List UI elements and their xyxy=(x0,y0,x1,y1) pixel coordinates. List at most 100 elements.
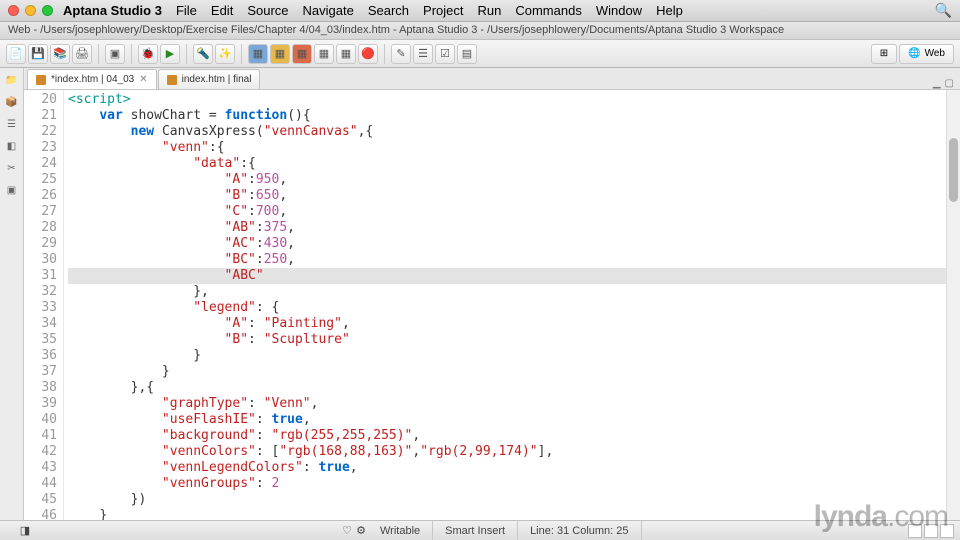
code-line[interactable]: "A": "Painting", xyxy=(68,316,946,332)
search-button[interactable]: 🔦 xyxy=(193,44,213,64)
line-number-gutter: 2021222324252627282930313233343536373839… xyxy=(24,90,64,520)
code-line[interactable]: "data":{ xyxy=(68,156,946,172)
new-button[interactable]: 📄 xyxy=(6,44,26,64)
status-writable: Writable xyxy=(368,521,433,540)
code-editor[interactable]: 2021222324252627282930313233343536373839… xyxy=(24,90,960,520)
wand-button[interactable]: ✨ xyxy=(215,44,235,64)
outline-button[interactable]: ☰ xyxy=(413,44,433,64)
view-1-icon[interactable]: ▦ xyxy=(248,44,268,64)
samples-icon[interactable]: ◧ xyxy=(4,138,20,154)
file-icon xyxy=(167,75,177,85)
code-line[interactable]: "background": "rgb(255,255,255)", xyxy=(68,428,946,444)
view-layout-3-icon[interactable] xyxy=(940,524,954,538)
save-all-button[interactable]: 📚 xyxy=(50,44,70,64)
menu-search[interactable]: Search xyxy=(368,3,409,18)
tab-active[interactable]: *index.htm | 04_03 ✕ xyxy=(27,69,157,89)
code-line[interactable]: } xyxy=(68,364,946,380)
perspective-web[interactable]: 🌐 Web xyxy=(899,44,954,64)
file-icon xyxy=(36,75,46,85)
close-button[interactable] xyxy=(8,5,19,16)
maximize-view-icon[interactable]: ▢ xyxy=(945,78,954,89)
snippets-icon[interactable]: ✂ xyxy=(4,160,20,176)
perspective-open-button[interactable]: ⊞ xyxy=(871,44,897,64)
main-area: 📁 📦 ☰ ◧ ✂ ▣ *index.htm | 04_03 ✕ index.h… xyxy=(0,68,960,520)
spotlight-icon[interactable]: 🔍 xyxy=(935,2,952,19)
outline-view-icon[interactable]: ☰ xyxy=(4,116,20,132)
code-line[interactable]: "AC":430, xyxy=(68,236,946,252)
print-button[interactable]: 🖨 xyxy=(72,44,92,64)
code-line[interactable]: "vennLegendColors": true, xyxy=(68,460,946,476)
toolbar-separator xyxy=(131,44,132,64)
terminal-view-icon[interactable]: ▣ xyxy=(4,182,20,198)
zoom-button[interactable] xyxy=(42,5,53,16)
code-line[interactable]: <script> xyxy=(68,92,946,108)
save-button[interactable]: 💾 xyxy=(28,44,48,64)
menu-edit[interactable]: Edit xyxy=(211,3,233,18)
code-line[interactable]: "ABC" xyxy=(68,268,946,284)
code-line[interactable]: "vennGroups": 2 xyxy=(68,476,946,492)
code-line[interactable]: "B": "Scuplture" xyxy=(68,332,946,348)
code-line[interactable]: "legend": { xyxy=(68,300,946,316)
code-line[interactable]: } xyxy=(68,508,946,520)
project-explorer-icon[interactable]: 📁 xyxy=(4,72,20,88)
code-line[interactable]: }, xyxy=(68,284,946,300)
terminal-button[interactable]: ▣ xyxy=(105,44,125,64)
gear-icon[interactable]: ⚙ xyxy=(354,524,368,538)
tasks-button[interactable]: ☑ xyxy=(435,44,455,64)
code-line[interactable]: "venn":{ xyxy=(68,140,946,156)
code-line[interactable]: }) xyxy=(68,492,946,508)
menu-run[interactable]: Run xyxy=(478,3,502,18)
code-line[interactable]: new CanvasXpress("vennCanvas",{ xyxy=(68,124,946,140)
menu-navigate[interactable]: Navigate xyxy=(303,3,354,18)
scrollbar-thumb[interactable] xyxy=(949,138,958,202)
close-tab-icon[interactable]: ✕ xyxy=(139,74,147,85)
window-controls xyxy=(8,5,53,16)
view-4-icon[interactable]: ▦ xyxy=(314,44,334,64)
app-explorer-icon[interactable]: 📦 xyxy=(4,94,20,110)
toolbar-separator xyxy=(186,44,187,64)
code-content[interactable]: <script> var showChart = function(){ new… xyxy=(64,90,946,520)
view-layout-2-icon[interactable] xyxy=(924,524,938,538)
mac-menubar: Aptana Studio 3 File Edit Source Navigat… xyxy=(0,0,960,22)
wand2-button[interactable]: ✎ xyxy=(391,44,411,64)
editor-tabs: *index.htm | 04_03 ✕ index.htm | final ▁… xyxy=(24,68,960,90)
code-line[interactable]: "graphType": "Venn", xyxy=(68,396,946,412)
view-5-icon[interactable]: ▦ xyxy=(336,44,356,64)
vertical-scrollbar[interactable] xyxy=(946,90,960,520)
color-button[interactable]: 🔴 xyxy=(358,44,378,64)
status-icon[interactable]: ◨ xyxy=(18,524,32,538)
code-line[interactable]: "C":700, xyxy=(68,204,946,220)
menu-help[interactable]: Help xyxy=(656,3,683,18)
minimize-view-icon[interactable]: ▁ xyxy=(933,78,941,89)
menu-project[interactable]: Project xyxy=(423,3,463,18)
code-line[interactable]: "A":950, xyxy=(68,172,946,188)
grid-button[interactable]: ▤ xyxy=(457,44,477,64)
tab-inactive[interactable]: index.htm | final xyxy=(158,69,261,89)
code-line[interactable]: var showChart = function(){ xyxy=(68,108,946,124)
code-line[interactable]: "B":650, xyxy=(68,188,946,204)
code-line[interactable]: "AB":375, xyxy=(68,220,946,236)
run-button[interactable]: ▶ xyxy=(160,44,180,64)
menu-window[interactable]: Window xyxy=(596,3,642,18)
menu-source[interactable]: Source xyxy=(247,3,288,18)
code-line[interactable]: } xyxy=(68,348,946,364)
view-layout-1-icon[interactable] xyxy=(908,524,922,538)
code-line[interactable]: "vennColors": ["rgb(168,88,163)","rgb(2,… xyxy=(68,444,946,460)
minimize-button[interactable] xyxy=(25,5,36,16)
menu-file[interactable]: File xyxy=(176,3,197,18)
status-bar: ◨ ♡ ⚙ Writable Smart Insert Line: 31 Col… xyxy=(0,520,960,540)
tab-label: *index.htm | 04_03 xyxy=(51,74,134,85)
window-title: Web - /Users/josephlowery/Desktop/Exerci… xyxy=(0,22,960,40)
debug-button[interactable]: 🐞 xyxy=(138,44,158,64)
code-line[interactable]: "BC":250, xyxy=(68,252,946,268)
app-title: Aptana Studio 3 xyxy=(63,3,162,18)
toolbar: 📄 💾 📚 🖨 ▣ 🐞 ▶ 🔦 ✨ ▦ ▦ ▦ ▦ ▦ 🔴 ✎ ☰ ☑ ▤ ⊞ … xyxy=(0,40,960,68)
status-cursor-position: Line: 31 Column: 25 xyxy=(518,521,641,540)
code-line[interactable]: "useFlashIE": true, xyxy=(68,412,946,428)
code-line[interactable]: },{ xyxy=(68,380,946,396)
toolbar-separator xyxy=(384,44,385,64)
view-3-icon[interactable]: ▦ xyxy=(292,44,312,64)
view-2-icon[interactable]: ▦ xyxy=(270,44,290,64)
heart-icon[interactable]: ♡ xyxy=(340,524,354,538)
menu-commands[interactable]: Commands xyxy=(515,3,581,18)
